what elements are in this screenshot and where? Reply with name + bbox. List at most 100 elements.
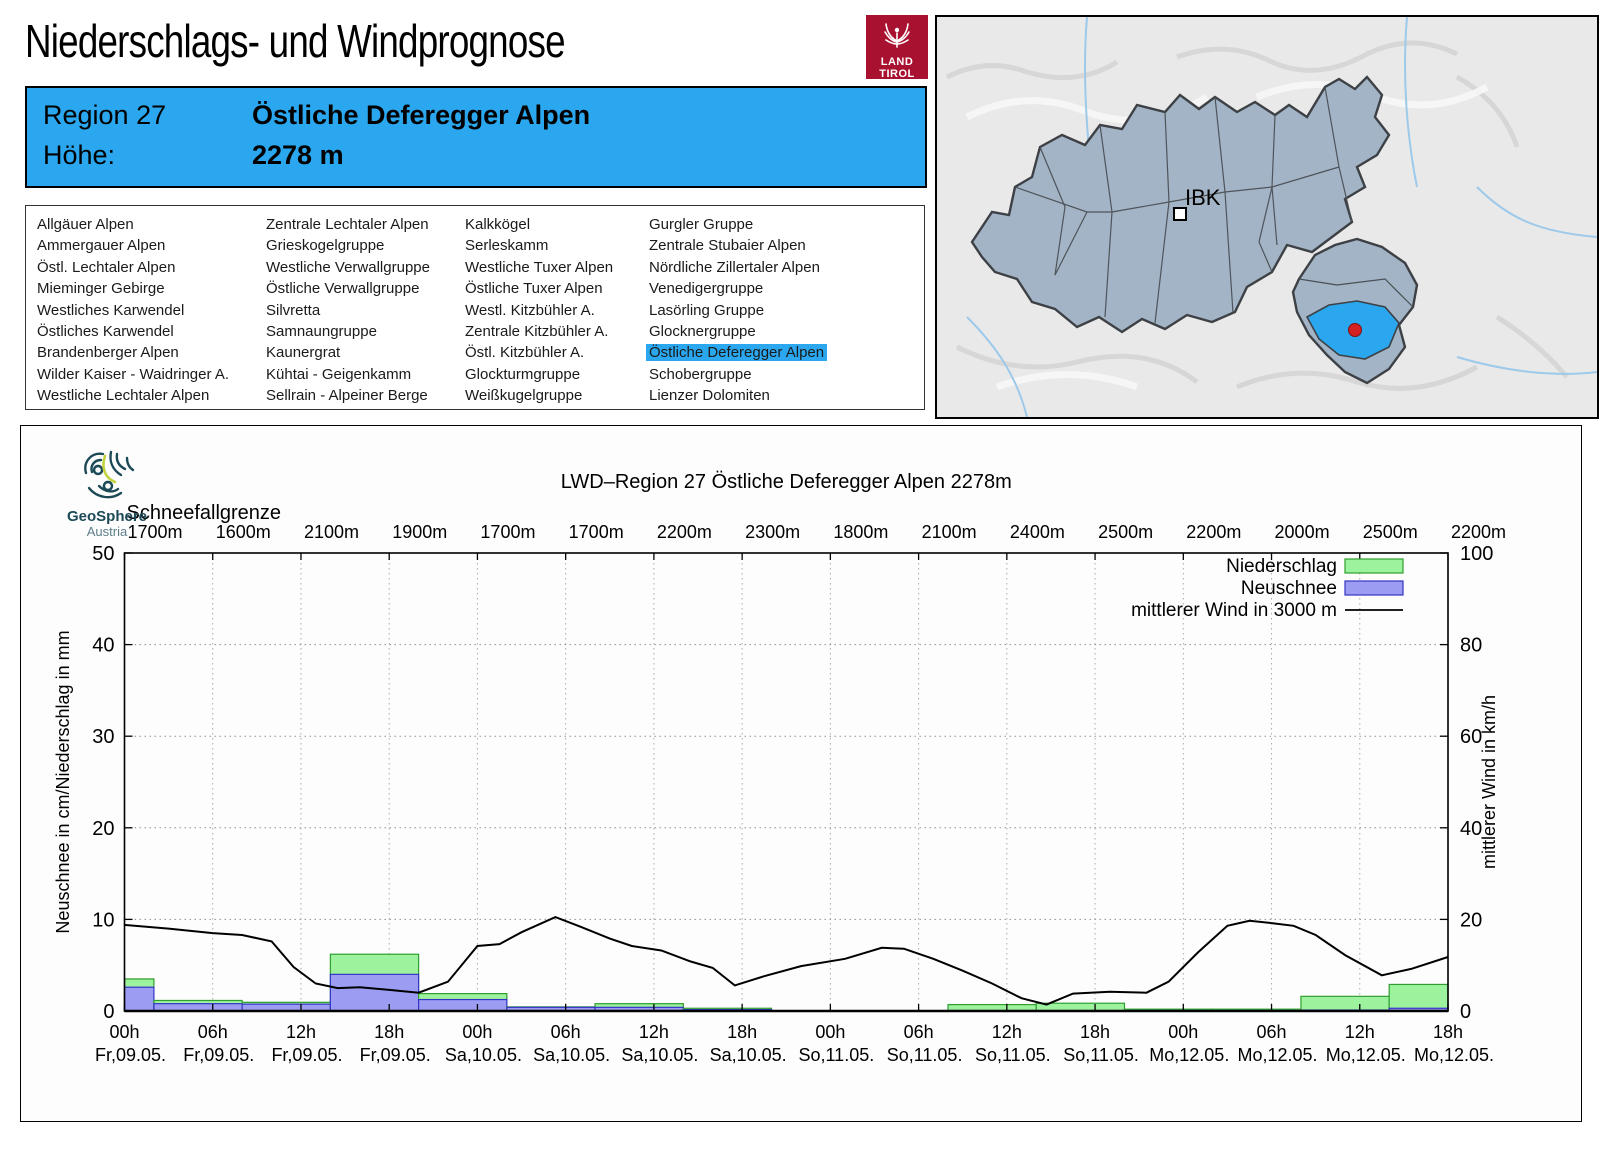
region-list-item[interactable]: Glockturmgruppe [462,364,616,385]
region-list-item[interactable]: Westliche Lechtaler Alpen [34,385,232,406]
x-tick-date: Sa,10.05. [533,1045,610,1065]
snowline-value: 2100m [922,522,977,542]
region-list-item[interactable]: Östliche Deferegger Alpen [646,342,828,363]
region-label: Region 27 [43,100,167,130]
x-tick-time: 00h [815,1022,845,1042]
snowline-value: 1900m [392,522,447,542]
y-tick-right: 0 [1460,1001,1471,1023]
x-tick-date: Mo,12.05. [1149,1045,1229,1065]
region-list-item[interactable]: Östliches Karwendel [34,321,232,342]
page-title: Niederschlags- und Windprognose [25,15,566,67]
x-tick-date: Sa,10.05. [445,1045,522,1065]
region-list: Allgäuer Alpen Ammergauer Alpen Östl. Lech… [25,205,925,410]
region-list-item[interactable]: Westliche Tuxer Alpen [462,257,616,278]
snowline-value: 2100m [304,522,359,542]
region-list-item[interactable]: Nördliche Zillertaler Alpen [646,257,827,278]
y-tick-left: 0 [103,1001,114,1023]
region-list-item[interactable]: Westl. Kitzbühler A. [462,300,616,321]
y-tick-left: 50 [92,543,114,565]
geosphere-logo: GeoSphere Austria [57,448,157,539]
new-snow-bar [329,973,420,1012]
region-list-item[interactable]: Glocknergruppe [646,321,827,342]
region-list-item[interactable]: Sellrain - Alpeiner Berge [263,385,433,406]
geosphere-sub: Austria [86,524,128,539]
region-list-item[interactable]: Allgäuer Alpen [34,214,232,235]
x-tick-date: Mo,12.05. [1326,1045,1406,1065]
snowline-value: 2200m [1451,522,1506,542]
forecast-chart: 0102030405002040608010000hFr,09.05.06hFr… [53,471,1506,1065]
x-tick-date: So,11.05. [798,1045,874,1065]
chart-title: LWD–Region 27 Östliche Deferegger Alpen … [561,471,1012,493]
region-name: Östliche Deferegger Alpen [252,100,591,130]
region-list-item[interactable]: Westliche Verwallgruppe [263,257,433,278]
legend-label: Niederschlag [1226,556,1337,577]
region-list-item[interactable]: Lienzer Dolomiten [646,385,827,406]
region-list-item[interactable]: Samnaungruppe [263,321,433,342]
y-tick-left: 30 [92,726,114,748]
precipitation-bar [1388,983,1449,1012]
snowline-value: 2500m [1363,522,1418,542]
region-list-item[interactable]: Zentrale Kitzbühler A. [462,321,616,342]
region-list-item[interactable]: Kühtai - Geigenkamm [263,364,433,385]
region-list-item[interactable]: Östliche Verwallgruppe [263,278,433,299]
x-tick-time: 06h [551,1022,581,1042]
x-tick-date: Fr,09.05. [183,1045,254,1065]
region-list-item[interactable]: Serleskamm [462,235,616,256]
y-axis-label-right: mittlerer Wind in km/h [1479,695,1499,869]
tirol-overview-map: IBK [935,15,1599,419]
y-tick-right: 20 [1460,909,1482,931]
legend-label: mittlerer Wind in 3000 m [1131,600,1337,621]
region-list-item[interactable]: Lasörling Gruppe [646,300,827,321]
region-list-item[interactable]: Gurgler Gruppe [646,214,827,235]
region-list-item[interactable]: Schobergruppe [646,364,827,385]
x-tick-time: 12h [639,1022,669,1042]
snowline-value: 2000m [1275,522,1330,542]
y-axis-label-left: Neuschnee in cm/Niederschlag in mm [53,630,73,933]
region-list-item[interactable]: Östliche Tuxer Alpen [462,278,616,299]
x-tick-date: So,11.05. [887,1045,963,1065]
region-list-column: Gurgler Gruppe Zentrale Stubaier Alpen Nör… [646,214,828,407]
region-list-item[interactable]: Grieskogelgruppe [263,235,433,256]
altitude-label: Höhe: [43,140,116,170]
snowline-value: 1700m [569,522,624,542]
map-ibk-label: IBK [1185,185,1221,210]
map-region-marker [1348,323,1362,337]
region-list-item[interactable]: Kaunergrat [263,342,433,363]
region-list-item[interactable]: Zentrale Stubaier Alpen [646,235,827,256]
altitude-value: 2278 m [252,140,344,170]
geosphere-name: GeoSphere [66,508,148,525]
region-list-item[interactable]: Ammergauer Alpen [34,235,232,256]
x-tick-time: 00h [109,1022,139,1042]
snowline-value: 2300m [745,522,800,542]
region-list-item[interactable]: Wilder Kaiser - Waidringer A. [34,364,232,385]
y-tick-left: 20 [92,818,114,840]
new-snow-bar [418,998,508,1012]
x-tick-time: 06h [904,1022,934,1042]
x-tick-time: 12h [1345,1022,1375,1042]
snowline-value: 2200m [1186,522,1241,542]
x-tick-date: So,11.05. [975,1045,1051,1065]
forecast-chart-panel: GeoSphere Austria 0 10 20 30 40 50 0 20 40 60 80 10… [20,425,1582,1122]
y-tick-left: 40 [92,635,114,657]
legend-swatch [1344,558,1404,574]
region-list-item[interactable]: Westliches Karwendel [34,300,232,321]
region-list-column: Kalkkögel Serleskamm Westliche Tuxer Alpen… [462,214,616,407]
region-list-item[interactable]: Östl. Lechtaler Alpen [34,257,232,278]
x-tick-date: Sa,10.05. [710,1045,787,1065]
x-tick-date: Fr,09.05. [360,1045,431,1065]
region-list-item[interactable]: Östl. Kitzbühler A. [462,342,616,363]
snowline-value: 1800m [833,522,888,542]
region-list-item[interactable]: Brandenberger Alpen [34,342,232,363]
region-list-item[interactable]: Weißkugelgruppe [462,385,616,406]
region-list-item[interactable]: Silvretta [263,300,433,321]
logo-text-land: LAND [880,56,914,68]
region-list-item[interactable]: Mieminger Gebirge [34,278,232,299]
legend-swatch [1344,580,1404,596]
wind-line [124,916,1449,1006]
snowline-value: 2200m [657,522,712,542]
region-list-item[interactable]: Venedigergruppe [646,278,827,299]
region-list-item[interactable]: Kalkkögel [462,214,616,235]
plot-border [123,552,1449,1012]
land-tirol-logo: LAND TIROL [866,15,928,80]
region-list-item[interactable]: Zentrale Lechtaler Alpen [263,214,433,235]
